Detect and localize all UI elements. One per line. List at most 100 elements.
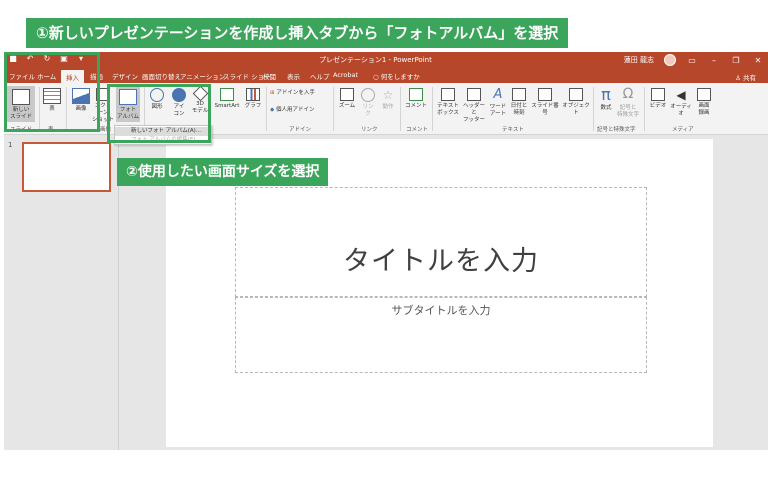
slide-number-button[interactable]: スライド番号 <box>530 88 560 117</box>
group-links-label: リンク <box>361 127 378 133</box>
zoom-icon <box>340 88 354 101</box>
link-button[interactable]: リン ク <box>359 88 377 118</box>
comment-icon <box>409 88 423 101</box>
group-text-label: テキスト <box>502 127 524 133</box>
document-title: プレゼンテーション1 - PowerPoint <box>319 56 432 64</box>
tab-help[interactable]: ヘルプ <box>310 71 330 81</box>
audio-button[interactable]: ◀ オーディオ <box>669 88 693 118</box>
share-label: 共有 <box>743 74 756 82</box>
chart-icon <box>246 88 260 101</box>
screen-record-button[interactable]: 画面 録画 <box>694 88 714 117</box>
tab-design[interactable]: デザイン <box>112 71 138 81</box>
group-separator <box>266 87 267 131</box>
object-icon <box>569 88 583 101</box>
symbol-label: 記号と 特殊文字 <box>616 105 639 118</box>
lightbulb-icon: ○ <box>373 73 381 81</box>
equation-label: 数式 <box>600 105 612 111</box>
wordart-label: ワード アート <box>489 104 507 117</box>
minimize-icon[interactable]: – <box>708 56 720 65</box>
window-controls: 蓮田 龍志 ▭ – ❐ ✕ <box>624 54 764 66</box>
tab-acrobat[interactable]: Acrobat <box>333 71 358 79</box>
chart-button[interactable]: グラフ <box>243 88 263 110</box>
ribbon-options-icon[interactable]: ▭ <box>686 56 698 65</box>
slide-number-icon <box>538 88 552 101</box>
omega-icon: Ω <box>622 86 634 102</box>
tab-animations[interactable]: アニメーション <box>180 71 225 81</box>
title-bar: ■ ↶ ↻ ▣ ▾ プレゼンテーション1 - PowerPoint 蓮田 龍志 … <box>4 52 768 69</box>
smartart-button[interactable]: SmartArt <box>212 88 242 110</box>
group-symbols-label: 記号と特殊文字 <box>597 127 636 133</box>
datetime-label: 日付と 時刻 <box>510 103 528 116</box>
avatar[interactable] <box>664 54 676 66</box>
get-addins-button[interactable]: ⊞ アドインを入手 <box>270 90 315 97</box>
title-placeholder-text: タイトルを入力 <box>343 245 539 277</box>
group-separator <box>593 87 594 131</box>
video-icon <box>651 88 665 101</box>
video-label: ビデオ <box>649 103 667 109</box>
slide-thumbnail[interactable] <box>22 142 111 192</box>
group-separator <box>400 87 401 131</box>
step1-highlight-frame <box>4 52 100 132</box>
smartart-icon <box>220 88 234 101</box>
user-name[interactable]: 蓮田 龍志 <box>624 55 654 65</box>
group-addins-label: アドイン <box>289 127 312 133</box>
screen-record-label: 画面 録画 <box>698 103 710 116</box>
slide-number: 1 <box>8 141 13 149</box>
tab-view[interactable]: 表示 <box>287 71 300 81</box>
chart-label: グラフ <box>244 103 262 109</box>
share-button[interactable]: ♙ 共有 <box>735 72 756 82</box>
symbol-button[interactable]: Ω 記号と 特殊文字 <box>616 86 640 119</box>
get-addins-label: アドインを入手 <box>276 90 315 96</box>
step1-callout: ①新しいプレゼンテーションを作成し挿入タブから「フォトアルバム」を選択 <box>26 18 569 48</box>
equation-button[interactable]: π 数式 <box>596 86 616 112</box>
group-media-label: メディア <box>672 127 694 133</box>
link-label: リン ク <box>362 104 374 117</box>
subtitle-placeholder[interactable]: サブタイトルを入力 <box>235 297 647 373</box>
restore-icon[interactable]: ❐ <box>730 56 742 65</box>
header-footer-button[interactable]: ヘッダーと フッター <box>462 88 486 124</box>
comment-button[interactable]: コメント <box>404 88 428 110</box>
wordart-icon: A <box>493 87 503 102</box>
audio-label: オーディオ <box>670 104 692 117</box>
slide-number-label: スライド番号 <box>531 103 559 116</box>
textbox-button[interactable]: テキスト ボックス <box>436 88 460 117</box>
title-placeholder[interactable]: タイトルを入力 <box>235 187 647 297</box>
person-icon: ♙ <box>735 74 743 82</box>
zoom-label: ズーム <box>338 103 356 109</box>
close-icon[interactable]: ✕ <box>752 56 764 65</box>
tell-me-label: 何をしますか <box>380 73 420 81</box>
object-label: オブジェクト <box>562 103 590 116</box>
action-label: 動作 <box>382 104 394 110</box>
pi-icon: π <box>601 85 611 104</box>
header-footer-icon <box>467 88 481 101</box>
tab-tell-me[interactable]: ○ 何をしますか <box>373 71 420 81</box>
object-button[interactable]: オブジェクト <box>562 88 590 117</box>
textbox-label: テキスト ボックス <box>437 103 459 116</box>
subtitle-placeholder-text: サブタイトルを入力 <box>391 304 491 317</box>
speaker-icon: ◀ <box>676 88 686 102</box>
group-comments-label: コメント <box>406 127 429 133</box>
tab-review[interactable]: 校閲 <box>263 71 276 81</box>
step2-highlight-frame <box>107 84 211 143</box>
link-icon <box>361 88 375 102</box>
header-footer-label: ヘッダーと フッター <box>462 103 485 123</box>
textbox-icon <box>441 88 455 101</box>
smartart-label: SmartArt <box>214 103 240 109</box>
group-separator <box>432 87 433 131</box>
group-separator <box>644 87 645 131</box>
star-icon: ☆ <box>382 88 394 102</box>
group-separator <box>333 87 334 131</box>
ribbon-tabs: ファイル ホーム 挿入 描画 デザイン 画面切り替え アニメーション スライド … <box>4 69 768 83</box>
my-addins-button[interactable]: ◆ 個人用アドイン <box>270 107 315 114</box>
comment-label: コメント <box>404 103 427 109</box>
video-button[interactable]: ビデオ <box>648 88 668 110</box>
screen-record-icon <box>697 88 711 101</box>
calendar-icon <box>512 88 526 101</box>
zoom-button[interactable]: ズーム <box>337 88 357 110</box>
datetime-button[interactable]: 日付と 時刻 <box>509 88 529 117</box>
my-addins-label: 個人用アドイン <box>275 107 315 113</box>
wordart-button[interactable]: A ワード アート <box>488 88 508 118</box>
tab-transitions[interactable]: 画面切り替え <box>142 71 181 81</box>
step2-callout: ②使用したい画面サイズを選択 <box>117 158 329 186</box>
action-button[interactable]: ☆ 動作 <box>379 88 397 111</box>
